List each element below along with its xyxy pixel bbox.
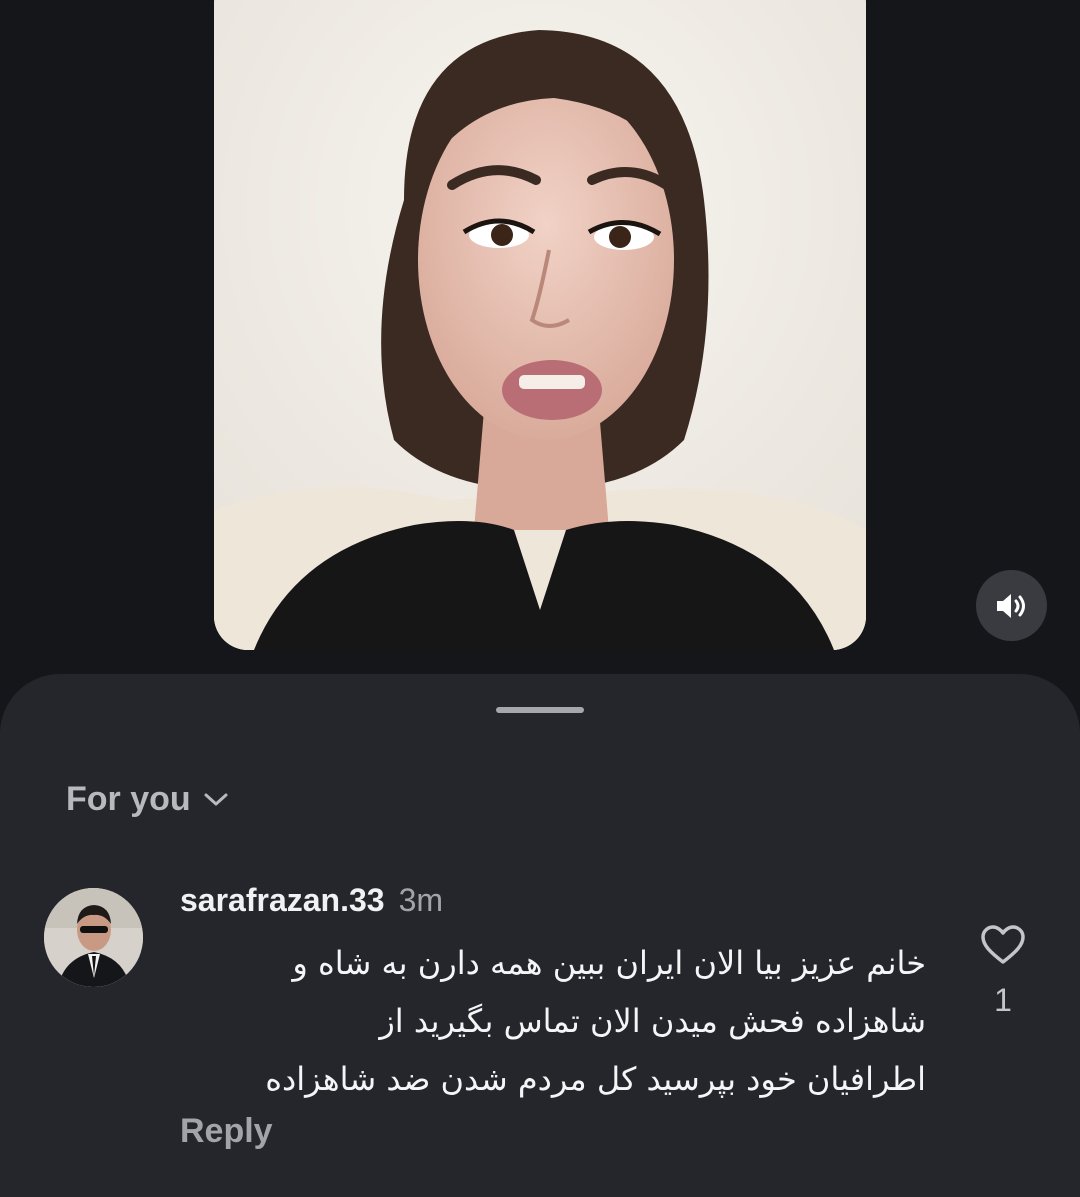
avatar[interactable] — [44, 888, 143, 987]
comment-line: خانم عزیز بیا الان ایران ببین همه دارن ب… — [292, 944, 926, 982]
comment-body: خانم عزیز بیا الان ایران ببین همه دارن ب… — [180, 934, 926, 1108]
avatar-image — [44, 888, 143, 987]
reply-button[interactable]: Reply — [180, 1112, 273, 1151]
sort-label: For you — [66, 780, 191, 818]
like-button[interactable] — [980, 924, 1026, 966]
comment-timestamp: 3m — [398, 882, 444, 918]
comment-username[interactable]: sarafrazan.33 — [180, 882, 385, 919]
sheet-drag-handle[interactable] — [496, 707, 584, 713]
chevron-down-icon — [204, 793, 228, 805]
like-count: 1 — [994, 982, 1012, 1018]
comment-sort-dropdown[interactable]: For you — [66, 780, 229, 819]
video-frame-image — [214, 0, 866, 650]
volume-toggle-button[interactable] — [976, 570, 1047, 641]
comments-sheet: For you sarafrazan.33 3m خانم عزیز بیا ا… — [0, 674, 1080, 1197]
heart-outline-icon — [981, 925, 1025, 964]
comment-header: sarafrazan.33 3m — [180, 882, 443, 919]
video-player[interactable] — [214, 0, 866, 650]
speaker-volume-icon — [996, 593, 1025, 618]
comment-line: اطرافیان خود بپرسید کل مردم شدن ضد شاهزا… — [265, 1060, 926, 1098]
reel-comments-screen: For you sarafrazan.33 3m خانم عزیز بیا ا… — [0, 0, 1080, 1197]
comment-line: شاهزاده فحش میدن الان تماس بگیرید از — [379, 1002, 926, 1040]
